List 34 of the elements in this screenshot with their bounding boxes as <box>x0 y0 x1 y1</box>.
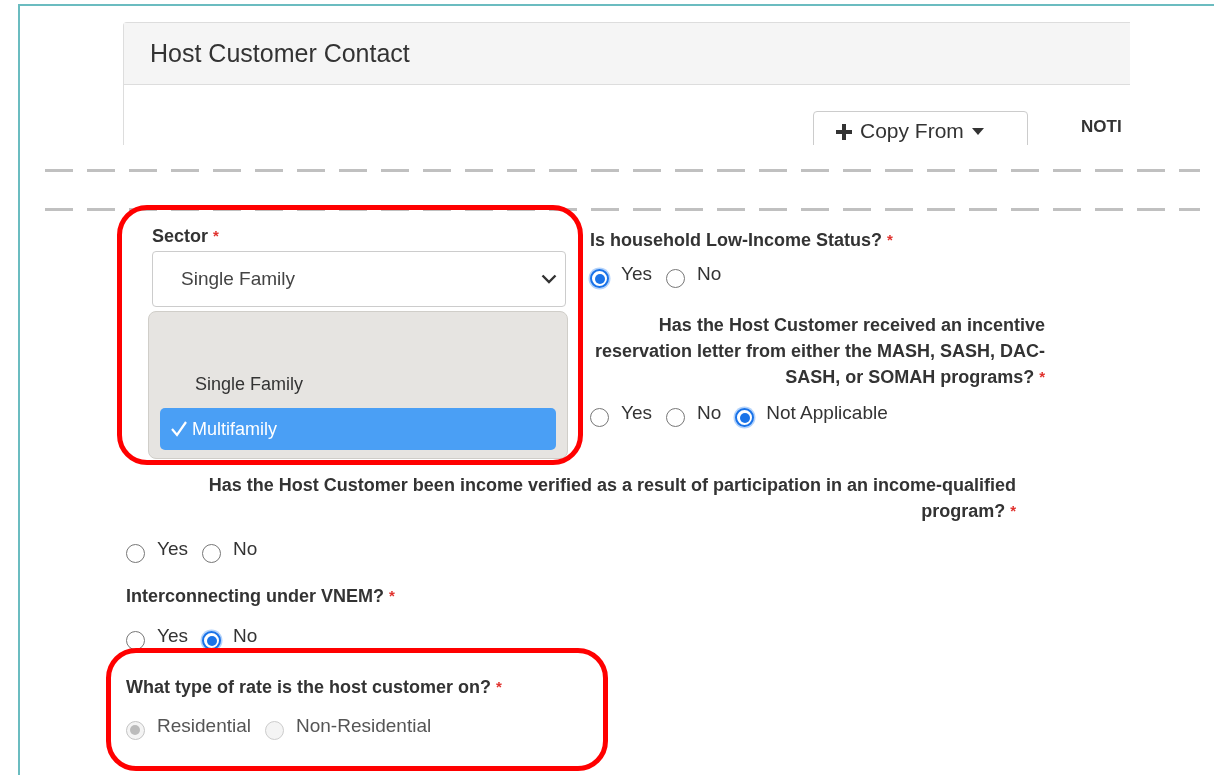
check-icon <box>170 421 188 437</box>
radio-button[interactable] <box>666 408 685 427</box>
option-label: Non-Residential <box>296 715 432 737</box>
option-label: No <box>233 538 258 560</box>
copy-from-button[interactable]: Copy From <box>813 111 1028 145</box>
option-label: Yes <box>621 263 652 285</box>
radio-button[interactable] <box>126 544 145 563</box>
radio-button[interactable] <box>126 631 145 650</box>
caret-icon <box>971 128 984 136</box>
question-label: Has the Host Customer received an incentive reservation letter from either the MASH, SASH, DAC-SASH, or SOMAH programs? * <box>593 314 1045 389</box>
question-label: What type of rate is the host customer on? * <box>126 676 503 699</box>
option-label: No <box>697 263 722 285</box>
option-label: Yes <box>621 402 652 424</box>
plus-icon <box>836 124 852 140</box>
question-label: Is household Low-Income Status? * <box>590 229 894 252</box>
radio-button[interactable] <box>202 544 221 563</box>
field-label: Sector * <box>152 225 220 248</box>
question-label: Has the Host Customer been income verified as a result of participation in an income-qualified program? * <box>207 474 1016 523</box>
option-label: No <box>233 625 258 647</box>
option-label: Not Applicable <box>766 402 888 424</box>
radio-button[interactable] <box>590 269 609 288</box>
option-label: Yes <box>157 625 188 647</box>
menu-item[interactable]: Single Family <box>160 368 556 400</box>
radio-button[interactable] <box>590 408 609 427</box>
radio-button[interactable] <box>666 269 685 288</box>
question-label: Interconnecting under VNEM? * <box>126 585 396 608</box>
panel-title: Host Customer Contact <box>150 39 410 68</box>
option-label: Residential <box>157 715 251 737</box>
chevron-down-icon <box>541 274 557 284</box>
option-label: Yes <box>157 538 188 560</box>
sector-select[interactable]: Single Family <box>152 251 566 307</box>
option-label: No <box>697 402 722 424</box>
notice-label: NOTI <box>1081 117 1122 137</box>
radio-button[interactable] <box>735 408 755 427</box>
